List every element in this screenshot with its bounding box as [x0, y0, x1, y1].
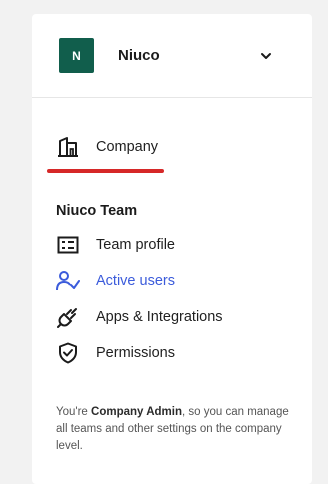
nav-item-label: Team profile: [96, 237, 175, 253]
nav-item-label: Active users: [96, 273, 175, 289]
plug-icon: [56, 305, 80, 329]
nav-item-active-users[interactable]: Active users: [32, 263, 312, 299]
org-name: Niuco: [118, 47, 160, 64]
chevron-down-icon[interactable]: [260, 50, 272, 62]
building-icon: [56, 135, 80, 159]
footnote-prefix: You're: [56, 406, 92, 418]
shield-check-icon: [56, 341, 80, 365]
id-card-icon: [56, 233, 80, 257]
settings-sidebar: N Niuco Company Niuco Team Team profile: [32, 14, 312, 484]
nav-item-label: Permissions: [96, 345, 175, 361]
role-footnote: You're Company Admin, so you can manage …: [56, 404, 296, 455]
org-switcher[interactable]: N Niuco: [32, 14, 312, 98]
team-section-title: Niuco Team: [56, 203, 138, 219]
nav-item-permissions[interactable]: Permissions: [32, 335, 312, 371]
footnote-role: Company Admin: [91, 406, 182, 418]
user-check-icon: [56, 269, 80, 293]
nav-item-apps-integrations[interactable]: Apps & Integrations: [32, 299, 312, 335]
active-underline: [47, 169, 164, 173]
nav-item-team-profile[interactable]: Team profile: [32, 227, 312, 263]
nav-item-company-label: Company: [96, 139, 159, 155]
nav-item-label: Apps & Integrations: [96, 309, 223, 325]
nav-item-company[interactable]: Company: [32, 129, 312, 165]
org-avatar: N: [59, 38, 94, 73]
